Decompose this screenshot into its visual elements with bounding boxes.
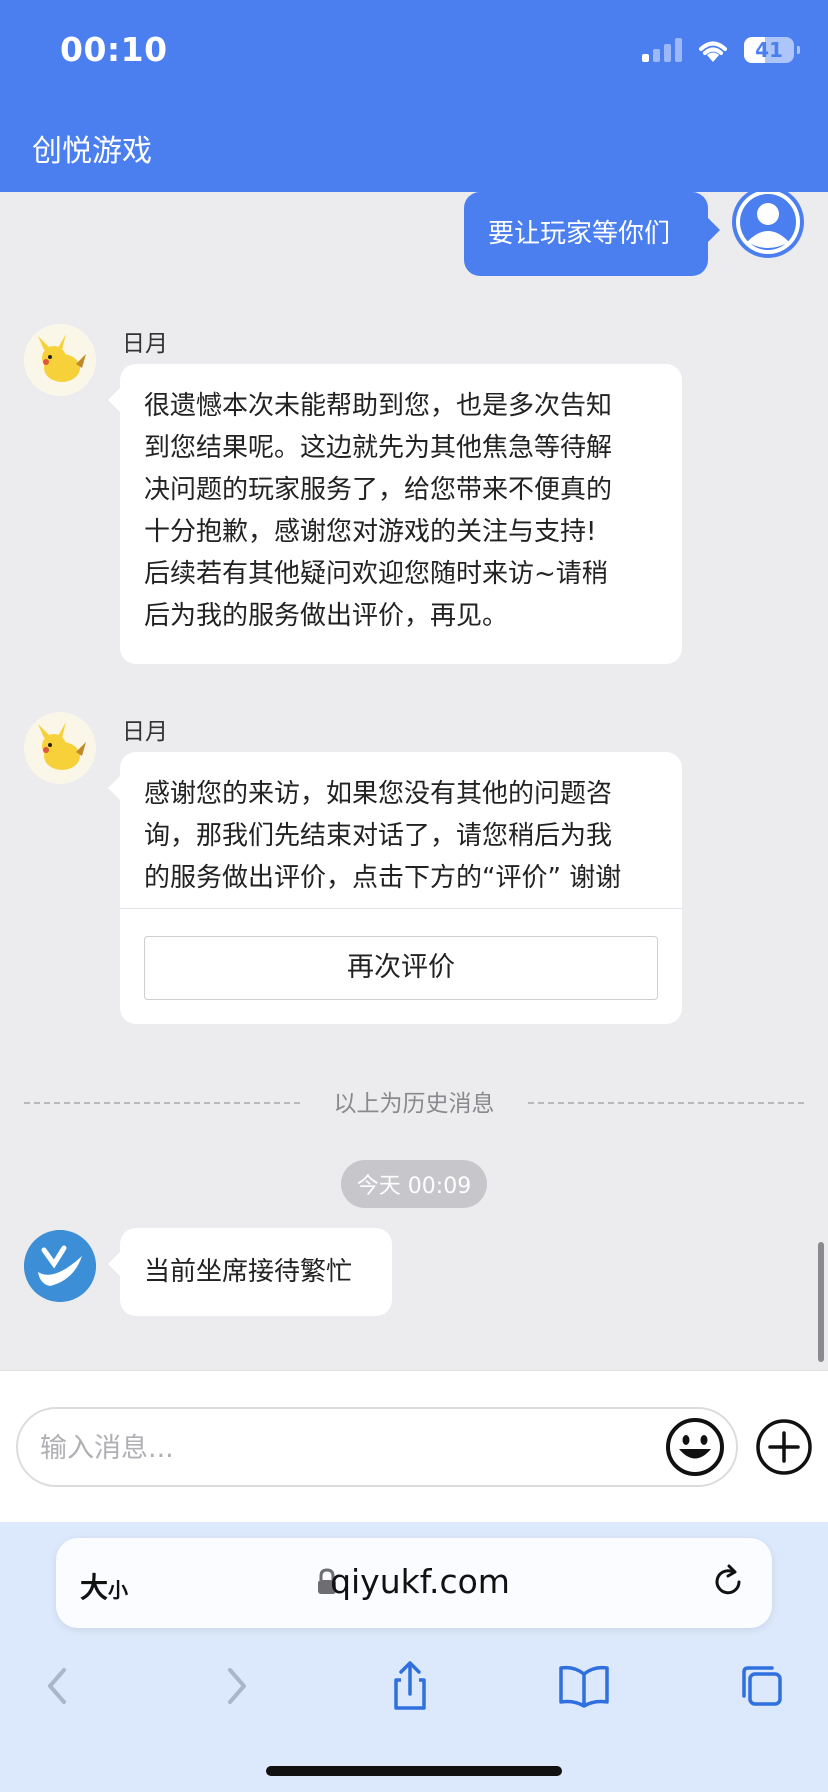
outgoing-message-text: 要让玩家等你们 — [488, 219, 671, 249]
message-line: 到您结果呢。这边就先为其他焦急等待解 — [144, 433, 613, 463]
reload-icon[interactable] — [708, 1562, 748, 1602]
agent-avatar[interactable] — [24, 324, 96, 396]
tabs-icon[interactable] — [734, 1658, 790, 1714]
message-line: 决问题的玩家服务了，给您带来不便真的 — [144, 475, 613, 505]
battery-level: 41 — [755, 38, 783, 62]
back-icon[interactable] — [30, 1658, 86, 1714]
share-icon[interactable] — [382, 1658, 438, 1714]
agent-rating-message: 感谢您的来访，如果您没有其他的问题咨 询，那我们先结束对话了，请您稍后为我 的服… — [108, 752, 682, 1024]
timestamp-badge: 今天 00:09 — [341, 1160, 487, 1208]
message-line: 询，那我们先结束对话了，请您稍后为我 — [144, 821, 613, 851]
user-avatar[interactable] — [732, 192, 804, 258]
address-bar[interactable]: 大小 qiyukf.com — [56, 1538, 772, 1628]
message-line: 后续若有其他疑问欢迎您随时来访~请稍 — [144, 559, 608, 589]
page-title: 创悦游戏 — [32, 134, 152, 169]
browser-toolbar: 大小 qiyukf.com — [0, 1522, 828, 1792]
message-line: 后为我的服务做出评价，再见。 — [144, 601, 509, 631]
agent-message: 很遗憾本次未能帮助到您，也是多次告知 到您结果呢。这边就先为其他焦急等待解 决问… — [108, 364, 682, 664]
forward-icon[interactable] — [208, 1658, 264, 1714]
url-text[interactable]: qiyukf.com — [56, 1562, 772, 1601]
message-line: 很遗憾本次未能帮助到您，也是多次告知 — [144, 391, 613, 421]
bookmarks-icon[interactable] — [556, 1658, 612, 1714]
message-input[interactable] — [38, 1423, 602, 1473]
home-indicator[interactable] — [266, 1766, 562, 1776]
chat-messages[interactable]: 要让玩家等你们 日月 很遗憾本次未能帮助到您，也是多次告知 到您结果呢。这边就先… — [0, 192, 828, 1370]
pikachu-avatar-icon — [38, 722, 86, 770]
user-avatar-icon — [736, 192, 800, 254]
agent-name: 日月 — [122, 719, 168, 745]
status-icons: 41 — [642, 34, 800, 66]
bubble-divider — [120, 908, 682, 909]
status-time: 00:10 — [60, 30, 168, 69]
agent-avatar[interactable] — [24, 712, 96, 784]
outgoing-message: 要让玩家等你们 — [464, 192, 720, 276]
message-composer — [0, 1370, 828, 1523]
history-divider-label: 以上为历史消息 — [333, 1091, 495, 1117]
cellular-signal-icon — [642, 38, 682, 62]
bot-avatar[interactable] — [24, 1230, 96, 1302]
message-line: 的服务做出评价，点击下方的“评价” 谢谢 — [144, 863, 622, 893]
agent-name: 日月 — [122, 331, 168, 357]
emoji-icon[interactable] — [664, 1416, 726, 1478]
wifi-icon — [699, 41, 727, 62]
add-attachment-icon[interactable] — [754, 1417, 814, 1477]
divider-line-right — [528, 1102, 804, 1104]
chat-scrollbar[interactable] — [818, 1242, 824, 1362]
battery-icon: 41 — [744, 37, 800, 63]
message-line: 十分抱歉，感谢您对游戏的关注与支持! — [144, 517, 597, 547]
bot-message-text: 当前坐席接待繁忙 — [144, 1257, 353, 1287]
pikachu-avatar-icon — [38, 334, 86, 382]
history-divider: 以上为历史消息 — [24, 1084, 804, 1120]
message-line: 感谢您的来访，如果您没有其他的问题咨 — [144, 779, 613, 809]
bot-message: 当前坐席接待繁忙 — [108, 1228, 392, 1316]
message-input-container — [16, 1407, 738, 1487]
app-header: 00:10 41 创悦游戏 — [0, 0, 828, 192]
service-logo-icon — [24, 1230, 96, 1302]
rate-again-button[interactable]: 再次评价 — [144, 936, 658, 1000]
